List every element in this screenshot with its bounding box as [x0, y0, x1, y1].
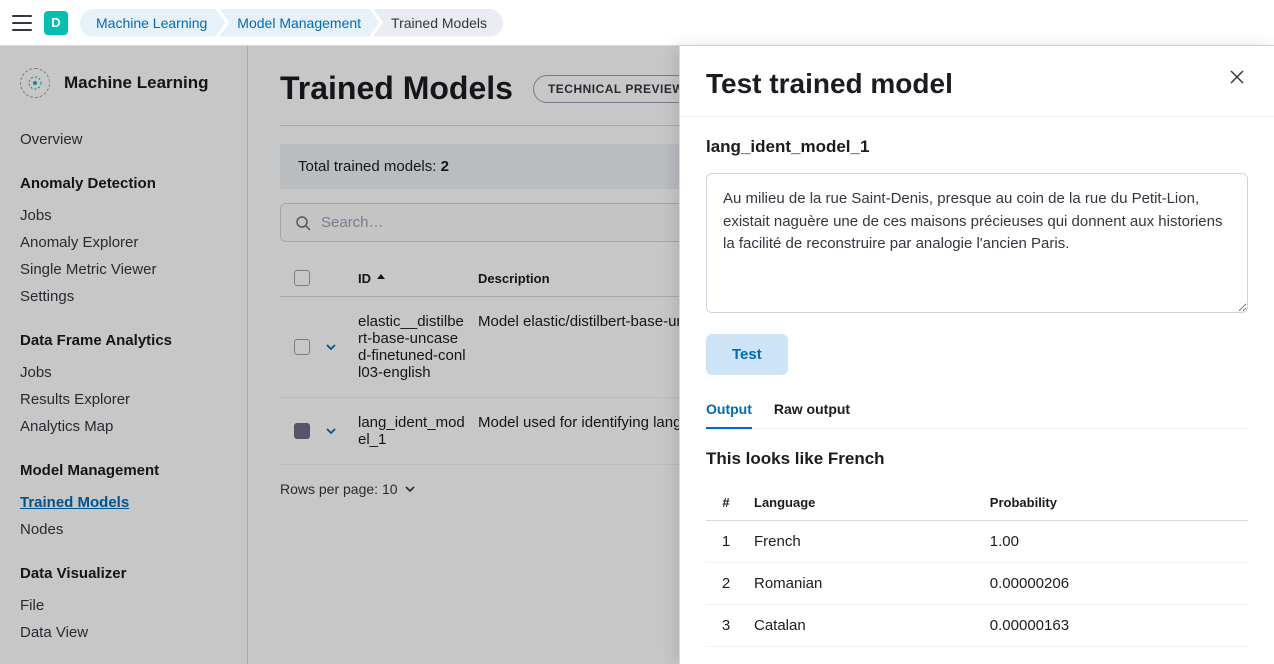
sidebar-item-single-metric[interactable]: Single Metric Viewer	[20, 256, 227, 283]
sidebar-item-file[interactable]: File	[20, 592, 227, 619]
row-checkbox[interactable]	[294, 339, 310, 355]
sidebar-item-nodes[interactable]: Nodes	[20, 516, 227, 543]
test-button[interactable]: Test	[706, 334, 788, 375]
space-logo[interactable]: D	[44, 11, 68, 35]
sidebar-item-analytics-map[interactable]: Analytics Map	[20, 413, 227, 440]
sidebar-section-data-viz: Data Visualizer	[20, 565, 227, 582]
result-row: 3 Catalan 0.00000163	[706, 605, 1248, 647]
close-flyout-button[interactable]	[1226, 68, 1248, 86]
technical-preview-badge: TECHNICAL PREVIEW	[533, 75, 699, 103]
result-tabs: Output Raw output	[706, 401, 1248, 429]
breadcrumb-model-management[interactable]: Model Management	[219, 9, 379, 37]
row-checkbox[interactable]	[294, 423, 310, 439]
sort-asc-icon	[375, 272, 387, 284]
sidebar-section-model-mgmt: Model Management	[20, 462, 227, 479]
chevron-down-icon	[324, 424, 338, 438]
test-model-flyout: Test trained model lang_ident_model_1 Te…	[679, 46, 1274, 664]
breadcrumb-trained-models: Trained Models	[373, 9, 503, 37]
sidebar-section-anomaly: Anomaly Detection	[20, 175, 227, 192]
row-id: elastic__distilbert-base-uncased-finetun…	[358, 313, 478, 381]
tab-raw-output[interactable]: Raw output	[774, 401, 850, 428]
chevron-down-icon	[324, 340, 338, 354]
menu-toggle[interactable]	[12, 15, 32, 31]
sidebar-item-ad-jobs[interactable]: Jobs	[20, 202, 227, 229]
chevron-down-icon	[404, 483, 416, 495]
sidebar-item-data-view[interactable]: Data View	[20, 619, 227, 646]
flyout-title: Test trained model	[706, 68, 953, 100]
expand-row-toggle[interactable]	[324, 424, 358, 438]
model-name: lang_ident_model_1	[706, 137, 1248, 157]
sidebar-item-anomaly-explorer[interactable]: Anomaly Explorer	[20, 229, 227, 256]
sidebar-item-results-explorer[interactable]: Results Explorer	[20, 386, 227, 413]
column-id[interactable]: ID	[358, 271, 478, 286]
result-row: 2 Romanian 0.00000206	[706, 563, 1248, 605]
select-all-checkbox[interactable]	[294, 270, 310, 286]
result-heading: This looks like French	[706, 449, 1248, 469]
sidebar-item-overview[interactable]: Overview	[20, 126, 227, 153]
test-input-textarea[interactable]	[706, 173, 1248, 313]
breadcrumb-ml[interactable]: Machine Learning	[80, 9, 225, 37]
sidebar-item-ad-settings[interactable]: Settings	[20, 283, 227, 310]
ml-app-icon	[20, 68, 50, 98]
breadcrumbs: Machine Learning Model Management Traine…	[80, 9, 503, 37]
close-icon	[1230, 70, 1244, 84]
sidebar: Machine Learning Overview Anomaly Detect…	[0, 46, 248, 664]
page-title: Trained Models	[280, 70, 513, 107]
top-bar: D Machine Learning Model Management Trai…	[0, 0, 1274, 46]
results-table: # Language Probability 1 French 1.00 2 R…	[706, 485, 1248, 647]
col-num: #	[706, 485, 746, 521]
row-id: lang_ident_model_1	[358, 414, 478, 448]
col-probability: Probability	[982, 485, 1248, 521]
col-language: Language	[746, 485, 982, 521]
sidebar-item-trained-models[interactable]: Trained Models	[20, 489, 227, 516]
tab-output[interactable]: Output	[706, 401, 752, 429]
search-icon	[295, 215, 311, 231]
expand-row-toggle[interactable]	[324, 340, 358, 354]
sidebar-section-dfa: Data Frame Analytics	[20, 332, 227, 349]
sidebar-title: Machine Learning	[64, 73, 209, 93]
sidebar-item-dfa-jobs[interactable]: Jobs	[20, 359, 227, 386]
result-row: 1 French 1.00	[706, 521, 1248, 563]
